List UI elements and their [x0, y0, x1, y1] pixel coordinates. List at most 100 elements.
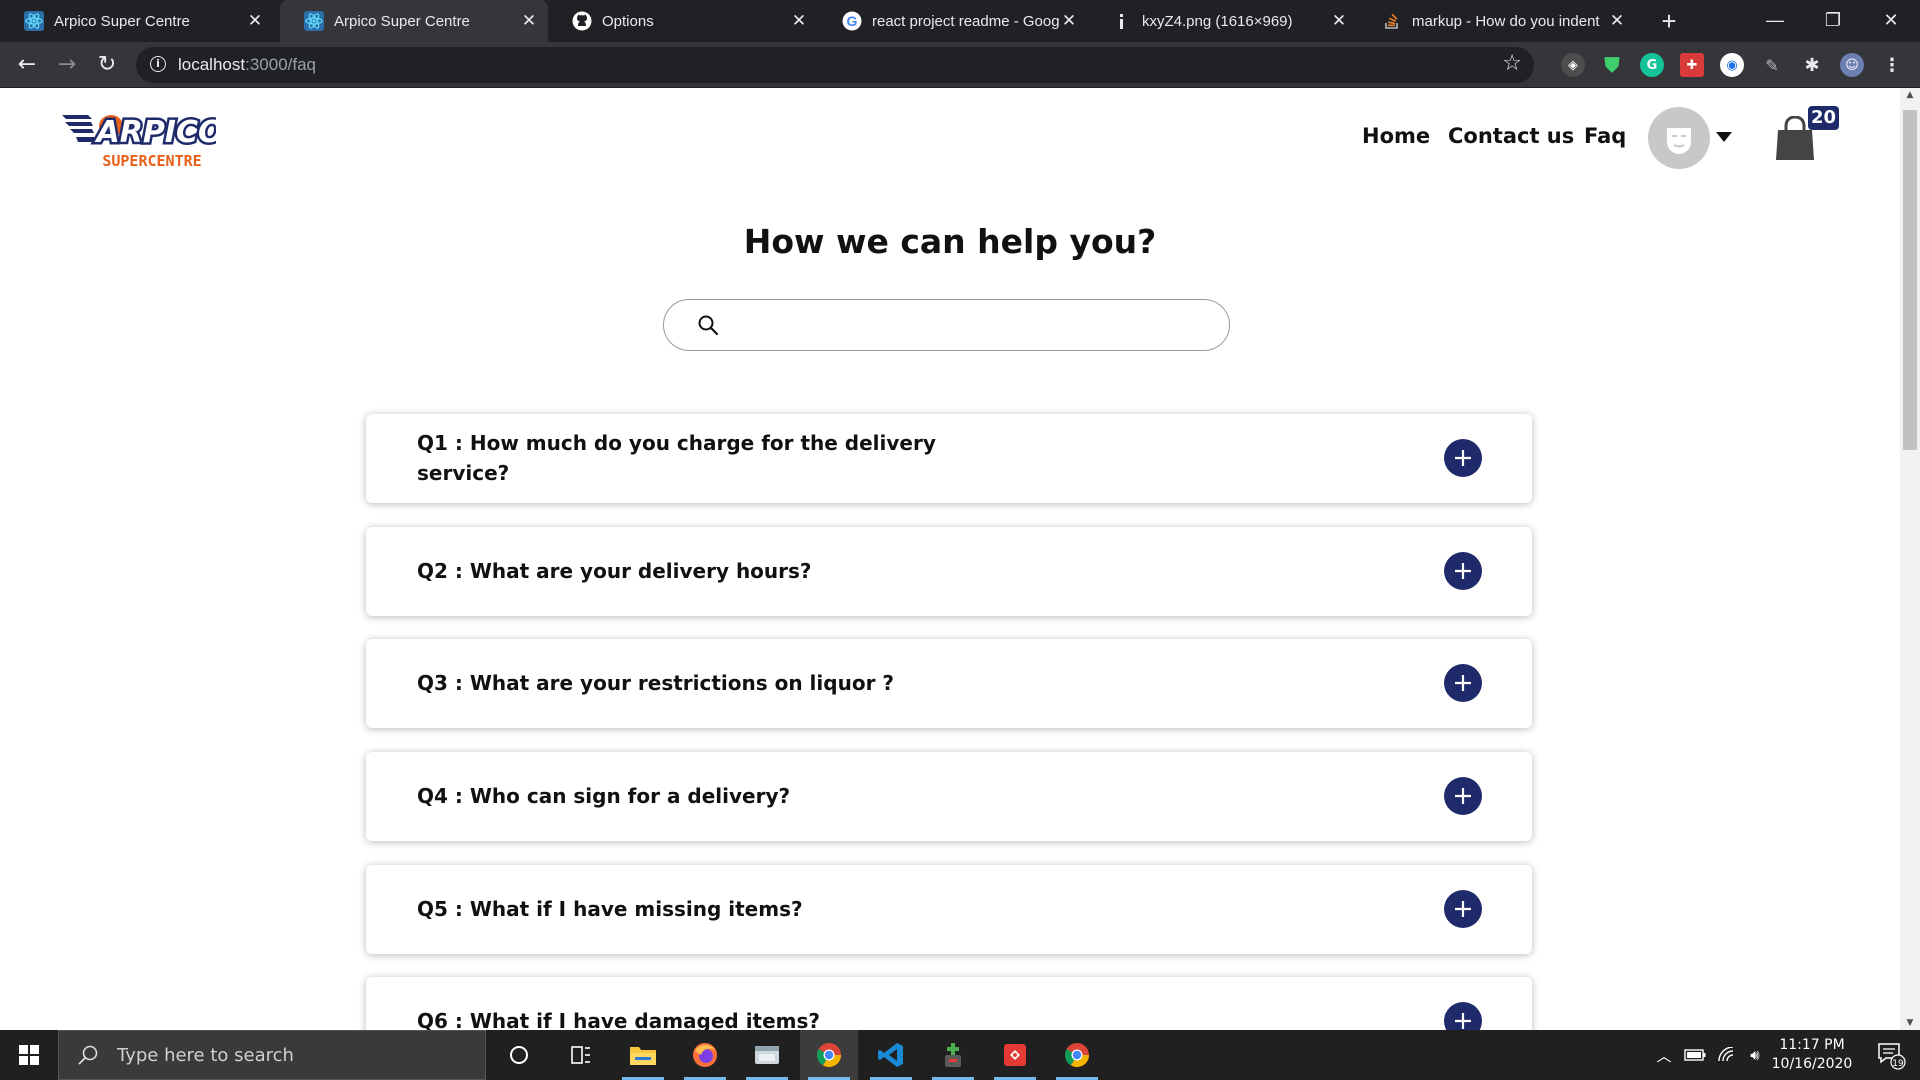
- faq-item-1[interactable]: Q1 : How much do you charge for the deli…: [366, 414, 1532, 503]
- git-client-icon[interactable]: [924, 1030, 982, 1080]
- restore-icon[interactable]: ❐: [1808, 0, 1858, 40]
- app-window-icon[interactable]: [738, 1030, 796, 1080]
- nav-home[interactable]: Home: [1362, 124, 1430, 148]
- browser-tab-1[interactable]: Arpico Super Centre ✕: [0, 0, 274, 42]
- taskbar-search-text: Type here to search: [117, 1044, 294, 1066]
- drive-extension-icon[interactable]: ◉: [1720, 53, 1744, 77]
- address-bar[interactable]: i localhost:3000/faq ☆: [136, 47, 1534, 83]
- logo-subtitle: SUPERCENTRE: [102, 152, 201, 170]
- windows-taskbar: Type here to search ︿ 🔊︎ 11:17 PM 10/16/…: [0, 1030, 1920, 1080]
- file-explorer-icon[interactable]: [614, 1030, 672, 1080]
- menu-kebab-icon[interactable]: ⋮: [1880, 53, 1904, 77]
- bookmark-star-icon[interactable]: ☆: [1502, 51, 1522, 76]
- nav-faq[interactable]: Faq: [1584, 124, 1626, 148]
- faq-question: Q6 : What if I have damaged items?: [417, 1009, 821, 1030]
- faq-item-3[interactable]: Q3 : What are your restrictions on liquo…: [366, 639, 1532, 728]
- adblock-shield-icon[interactable]: ⛊: [1600, 53, 1624, 77]
- grammarly-icon[interactable]: G: [1640, 53, 1664, 77]
- react-icon: [24, 11, 44, 31]
- user-face-icon: [1667, 128, 1691, 154]
- new-tab-button[interactable]: +: [1654, 6, 1684, 36]
- extensions-puzzle-icon[interactable]: ✱: [1800, 53, 1824, 77]
- profile-avatar-icon[interactable]: ☺: [1840, 53, 1864, 77]
- browser-tab-3[interactable]: Options ✕: [548, 0, 818, 42]
- faq-item-5[interactable]: Q5 : What if I have missing items?: [366, 865, 1532, 954]
- cart-count-badge: 20: [1808, 106, 1840, 130]
- taskbar-clock[interactable]: 11:17 PM 10/16/2020: [1764, 1036, 1860, 1074]
- git-diamond-icon[interactable]: [986, 1030, 1044, 1080]
- tab-title: kxyZ4.png (1616×969): [1142, 12, 1293, 30]
- tab-close-icon[interactable]: ✕: [246, 11, 264, 31]
- browser-tab-4[interactable]: G react project readme - Goog ✕: [818, 0, 1088, 42]
- user-avatar[interactable]: [1648, 107, 1710, 169]
- puzzle-red-extension-icon[interactable]: ✚: [1680, 53, 1704, 77]
- image-icon: [1112, 11, 1132, 31]
- expand-plus-icon[interactable]: [1444, 890, 1482, 928]
- expand-plus-icon[interactable]: [1444, 552, 1482, 590]
- pen-extension-icon[interactable]: ✎: [1760, 53, 1784, 77]
- search-icon: [78, 1045, 98, 1065]
- tab-title: Arpico Super Centre: [54, 12, 190, 30]
- browser-tab-5[interactable]: kxyZ4.png (1616×969) ✕: [1088, 0, 1358, 42]
- taskbar-search-box[interactable]: Type here to search: [58, 1030, 486, 1080]
- windows-start-icon[interactable]: [0, 1030, 58, 1080]
- chrome-icon[interactable]: [1048, 1030, 1106, 1080]
- url-text: localhost:3000/faq: [178, 55, 317, 74]
- shield-extension-icon[interactable]: ◈: [1561, 53, 1585, 77]
- faq-question: Q1 : How much do you charge for the deli…: [417, 431, 936, 485]
- cortana-circle-icon[interactable]: [490, 1030, 548, 1080]
- search-icon: [698, 315, 719, 336]
- page-scrollbar[interactable]: ▲ ▼: [1900, 88, 1920, 1030]
- forward-arrow-icon[interactable]: →: [52, 50, 82, 80]
- faq-question: Q5 : What if I have missing items?: [417, 897, 803, 921]
- scroll-down-icon[interactable]: ▼: [1900, 1018, 1920, 1028]
- task-view-icon[interactable]: [552, 1030, 610, 1080]
- info-icon[interactable]: i: [150, 56, 166, 72]
- faq-item-4[interactable]: Q4 : Who can sign for a delivery?: [366, 752, 1532, 841]
- svg-text:G: G: [847, 13, 858, 29]
- browser-tab-6[interactable]: markup - How do you indent ✕: [1358, 0, 1636, 42]
- browser-tab-2[interactable]: Arpico Super Centre ✕: [280, 0, 548, 42]
- scroll-up-icon[interactable]: ▲: [1900, 90, 1920, 100]
- battery-icon[interactable]: [1680, 1030, 1710, 1080]
- react-icon: [304, 11, 324, 31]
- google-icon: G: [842, 11, 862, 31]
- minimize-icon[interactable]: —: [1750, 0, 1800, 40]
- tab-title: markup - How do you indent: [1412, 12, 1600, 30]
- expand-plus-icon[interactable]: [1444, 664, 1482, 702]
- clock-time: 11:17 PM: [1779, 1037, 1845, 1053]
- tab-close-icon[interactable]: ✕: [790, 11, 808, 31]
- scrollbar-thumb[interactable]: [1903, 110, 1917, 450]
- back-arrow-icon[interactable]: ←: [12, 50, 42, 80]
- faq-item-2[interactable]: Q2 : What are your delivery hours?: [366, 527, 1532, 616]
- notification-count: 19: [1892, 1059, 1904, 1069]
- vscode-icon[interactable]: [862, 1030, 920, 1080]
- tab-title: Options: [602, 12, 654, 30]
- faq-question: Q2 : What are your delivery hours?: [417, 559, 812, 583]
- faq-item-6[interactable]: Q6 : What if I have damaged items?: [366, 977, 1532, 1030]
- arpico-logo[interactable]: e ARPICO SUPERCENTRE: [62, 110, 226, 170]
- chevron-down-icon[interactable]: [1716, 132, 1732, 142]
- expand-plus-icon[interactable]: [1444, 777, 1482, 815]
- firefox-icon[interactable]: [676, 1030, 734, 1080]
- github-icon: [572, 11, 592, 31]
- nav-contact-us[interactable]: Contact us: [1448, 124, 1574, 148]
- search-input[interactable]: [734, 308, 1204, 342]
- tab-close-icon[interactable]: ✕: [1608, 11, 1626, 31]
- notification-center-icon[interactable]: 19: [1866, 1030, 1916, 1080]
- expand-plus-icon[interactable]: [1444, 439, 1482, 477]
- close-window-icon[interactable]: ✕: [1866, 0, 1916, 40]
- reload-icon[interactable]: ↻: [92, 50, 122, 80]
- tab-close-icon[interactable]: ✕: [520, 11, 538, 31]
- tab-close-icon[interactable]: ✕: [1330, 11, 1348, 31]
- browser-toolbar: ← → ↻ i localhost:3000/faq ☆: [0, 42, 1920, 88]
- faq-question: Q3 : What are your restrictions on liquo…: [417, 671, 894, 695]
- browser-tab-strip: Arpico Super Centre ✕ Arpico Super Centr…: [0, 0, 1920, 42]
- expand-plus-icon[interactable]: [1444, 1002, 1482, 1030]
- wifi-icon[interactable]: [1712, 1030, 1742, 1080]
- tab-close-icon[interactable]: ✕: [1060, 11, 1078, 31]
- tab-title: Arpico Super Centre: [334, 12, 470, 30]
- faq-search-box[interactable]: [663, 299, 1230, 351]
- chrome-icon[interactable]: [800, 1030, 858, 1080]
- chevron-up-icon[interactable]: ︿: [1650, 1030, 1678, 1080]
